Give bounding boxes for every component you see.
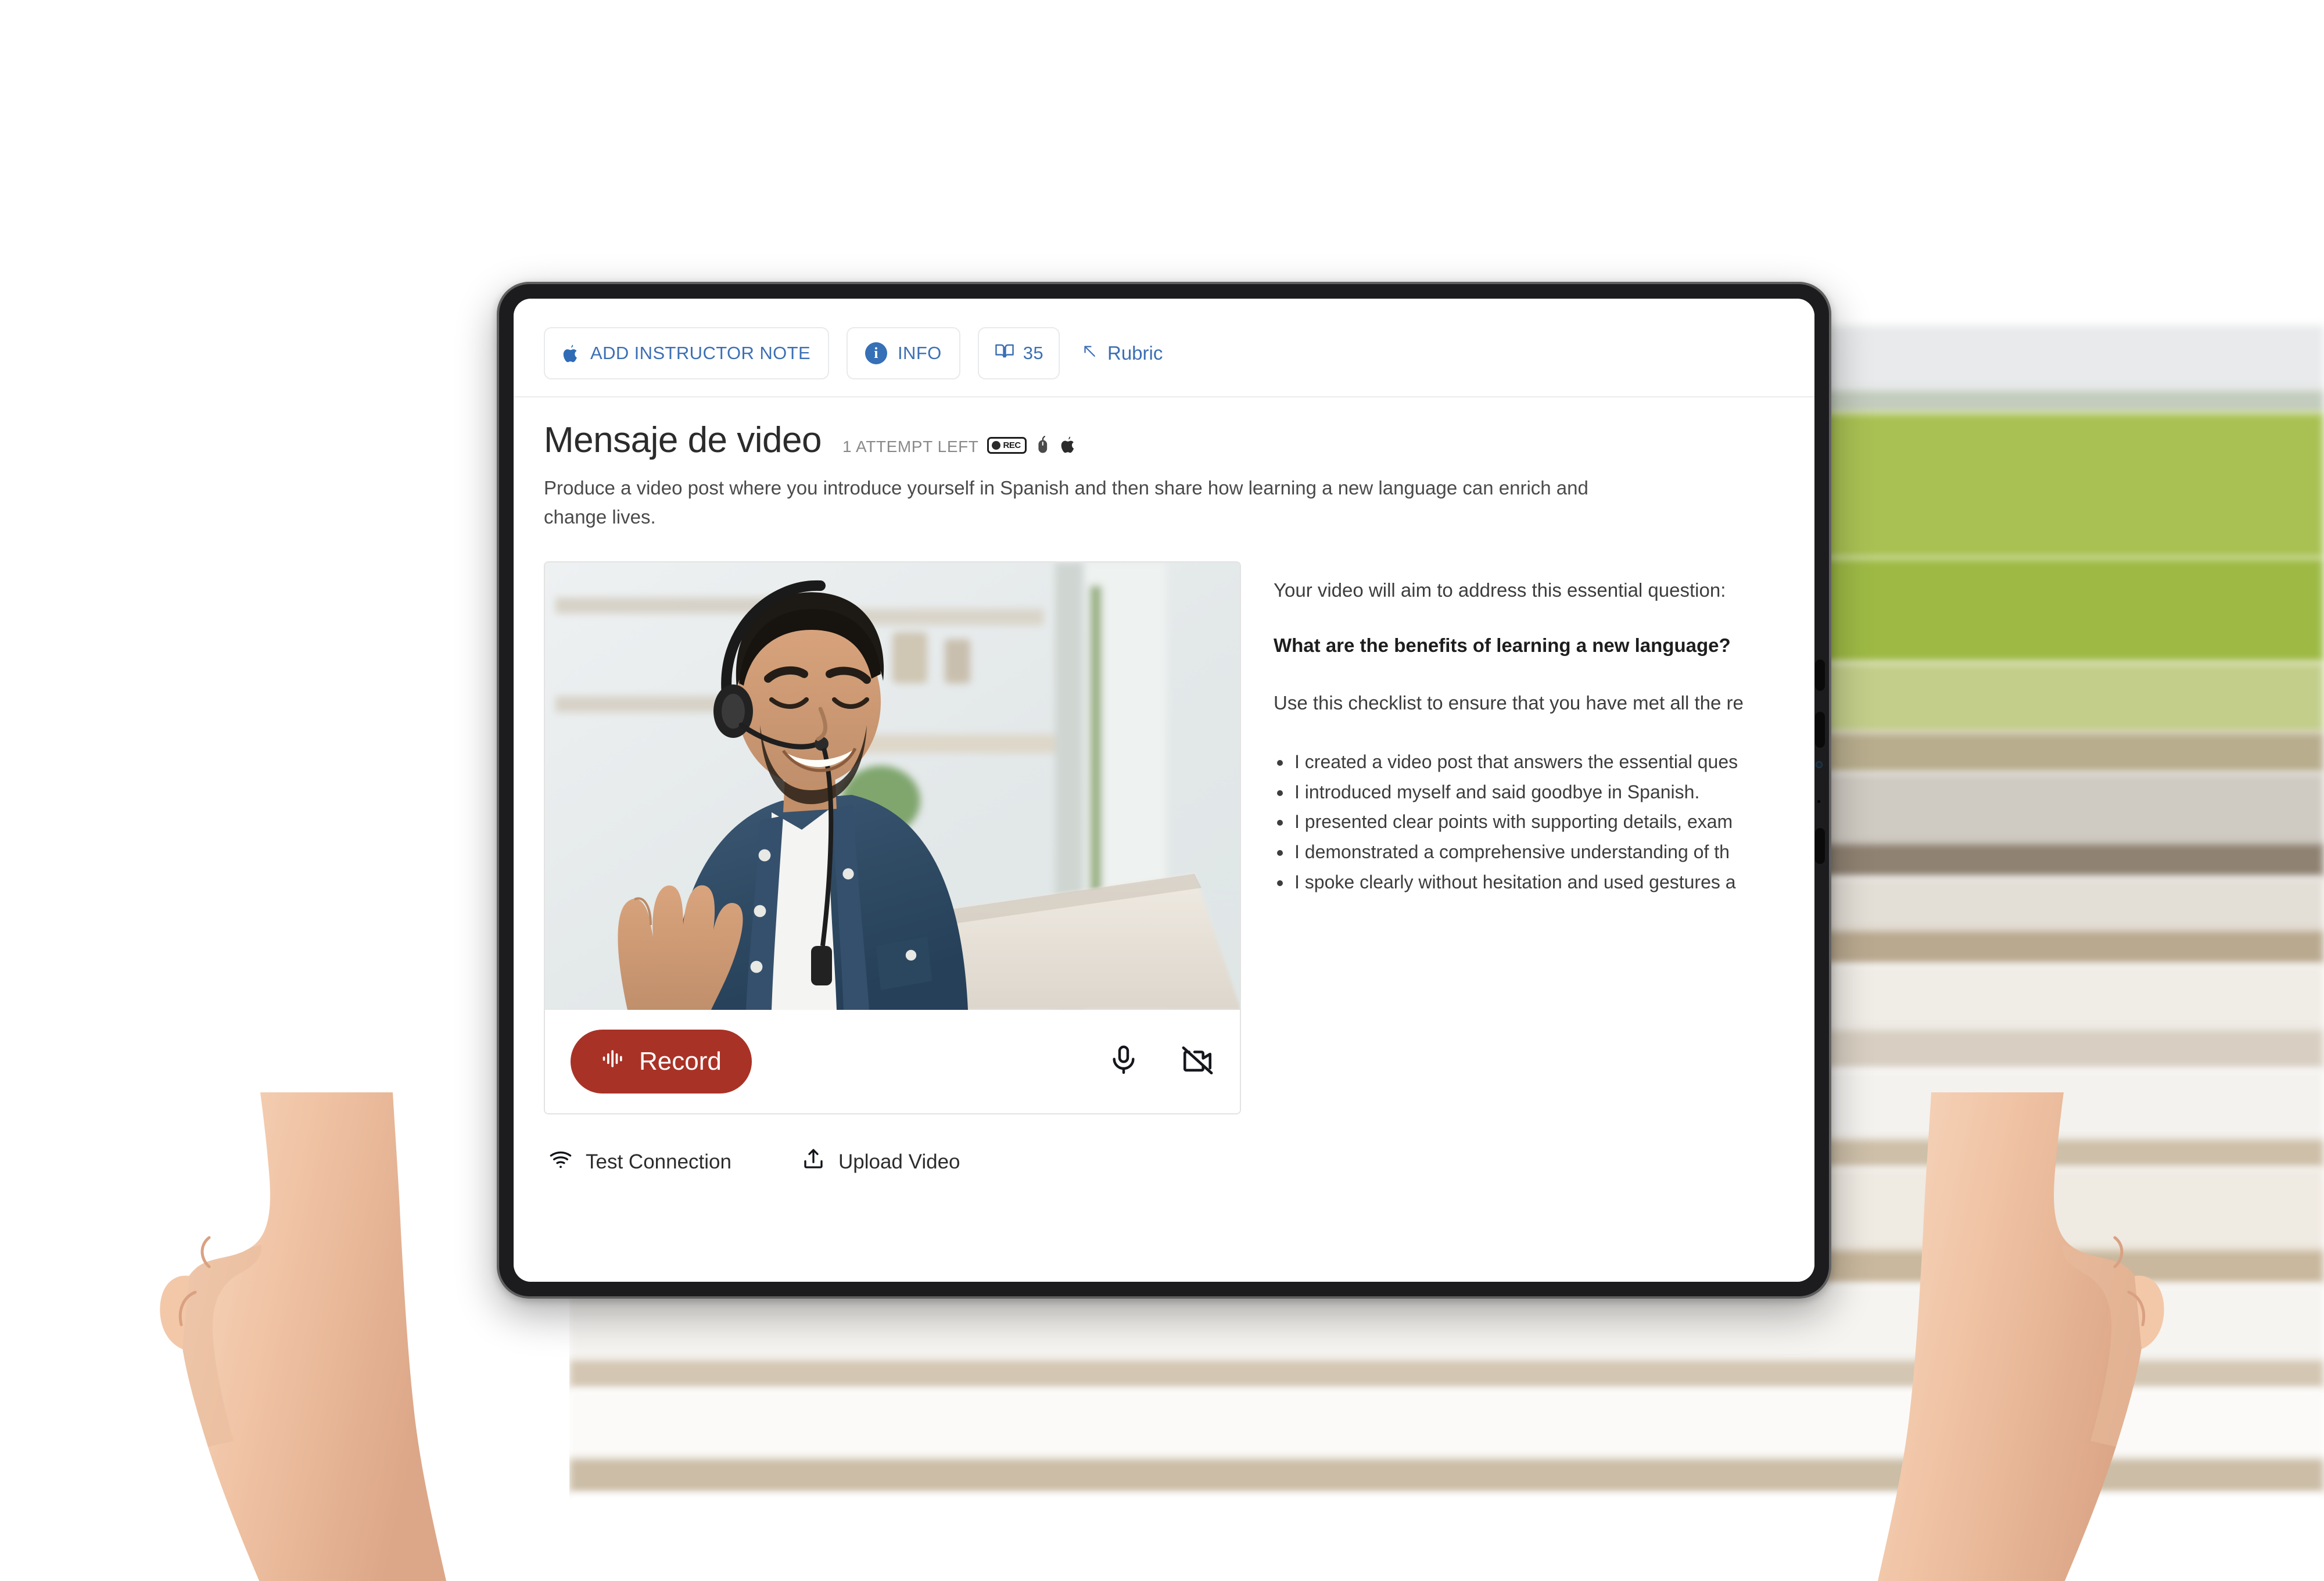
- rec-badge-text: REC: [1003, 440, 1021, 450]
- recorder-controls: Record: [545, 1010, 1240, 1113]
- toolbar: ADD INSTRUCTOR NOTE i INFO 35 Rubric: [514, 325, 1814, 381]
- recorder-column: Record Test Connection Upload Video: [544, 561, 1241, 1177]
- background-band: [569, 1360, 2324, 1389]
- background-band: [569, 1389, 2324, 1458]
- apple-dark-icon: [1060, 436, 1077, 458]
- list-item: I spoke clearly without hesitation and u…: [1274, 867, 1814, 898]
- tablet-button-top: [1815, 659, 1825, 691]
- tablet-button-mid: [1815, 712, 1825, 748]
- list-item: I demonstrated a comprehensive understan…: [1274, 837, 1814, 867]
- tablet-sensor-dot: [1817, 800, 1820, 803]
- device-toggles: [1107, 1044, 1214, 1080]
- upload-video-label: Upload Video: [838, 1150, 960, 1173]
- background-band: [569, 1493, 2324, 1581]
- record-button-label: Record: [639, 1047, 722, 1075]
- upload-video-button[interactable]: Upload Video: [801, 1147, 960, 1177]
- secondary-actions: Test Connection Upload Video: [544, 1114, 1241, 1177]
- microphone-icon[interactable]: [1107, 1044, 1140, 1080]
- wifi-icon: [548, 1147, 573, 1177]
- essential-question: What are the benefits of learning a new …: [1274, 634, 1731, 656]
- screenshot-stage: ADD INSTRUCTOR NOTE i INFO 35 Rubric Men…: [0, 0, 2324, 1581]
- rubric-label: Rubric: [1107, 342, 1163, 364]
- record-button[interactable]: Record: [571, 1030, 752, 1094]
- background-band: [569, 1458, 2324, 1493]
- waveform-icon: [601, 1046, 626, 1078]
- assignment-description: Produce a video post where you introduce…: [544, 477, 1588, 528]
- rec-badge-dot: [991, 440, 1000, 450]
- rec-badge-icon: REC: [987, 436, 1027, 454]
- list-item: I introduced myself and said goodbye in …: [1274, 777, 1814, 808]
- book-open-icon: [994, 342, 1015, 365]
- webcam-preview: [545, 562, 1240, 1010]
- upload-icon: [801, 1147, 826, 1177]
- instructions-column: Your video will aim to address this esse…: [1274, 561, 1814, 1177]
- tablet-device: ADD INSTRUCTOR NOTE i INFO 35 Rubric Men…: [497, 282, 1831, 1299]
- arrow-up-left-icon: [1081, 342, 1098, 364]
- info-button[interactable]: i INFO: [847, 327, 960, 379]
- test-connection-button[interactable]: Test Connection: [548, 1147, 731, 1177]
- attempts-status: 1 ATTEMPT LEFT REC: [842, 435, 1077, 458]
- assignment-body: Record Test Connection Upload Video Your…: [514, 531, 1814, 1177]
- list-item: I presented clear points with supporting…: [1274, 807, 1814, 837]
- assignment-app: ADD INSTRUCTOR NOTE i INFO 35 Rubric Men…: [514, 299, 1814, 1282]
- requirements-checklist: I created a video post that answers the …: [1274, 747, 1814, 898]
- video-recorder-card: Record: [544, 561, 1241, 1114]
- pages-count-label: 35: [1023, 343, 1043, 363]
- info-label: INFO: [898, 343, 942, 363]
- tablet-button-low: [1815, 828, 1825, 864]
- checklist-intro: Use this checklist to ensure that you ha…: [1274, 691, 1744, 714]
- add-instructor-note-button[interactable]: ADD INSTRUCTOR NOTE: [544, 327, 830, 379]
- left-hand: [160, 1092, 446, 1581]
- list-item: I created a video post that answers the …: [1274, 747, 1814, 777]
- mouse-click-icon: [1035, 435, 1052, 458]
- attempts-label: 1 ATTEMPT LEFT: [842, 438, 979, 456]
- apple-icon: [562, 344, 580, 363]
- info-circle-icon: i: [865, 342, 888, 364]
- add-instructor-note-label: ADD INSTRUCTOR NOTE: [590, 343, 811, 363]
- tablet-camera-dot: [1816, 761, 1823, 768]
- rubric-link[interactable]: Rubric: [1081, 342, 1163, 364]
- title-row: Mensaje de video 1 ATTEMPT LEFT REC: [514, 397, 1814, 461]
- camera-off-icon[interactable]: [1181, 1044, 1214, 1080]
- pages-button[interactable]: 35: [977, 327, 1060, 379]
- page-title: Mensaje de video: [544, 420, 822, 460]
- instructions-intro: Your video will aim to address this esse…: [1274, 579, 1726, 601]
- tablet-screen: ADD INSTRUCTOR NOTE i INFO 35 Rubric Men…: [514, 299, 1814, 1282]
- test-connection-label: Test Connection: [586, 1150, 731, 1173]
